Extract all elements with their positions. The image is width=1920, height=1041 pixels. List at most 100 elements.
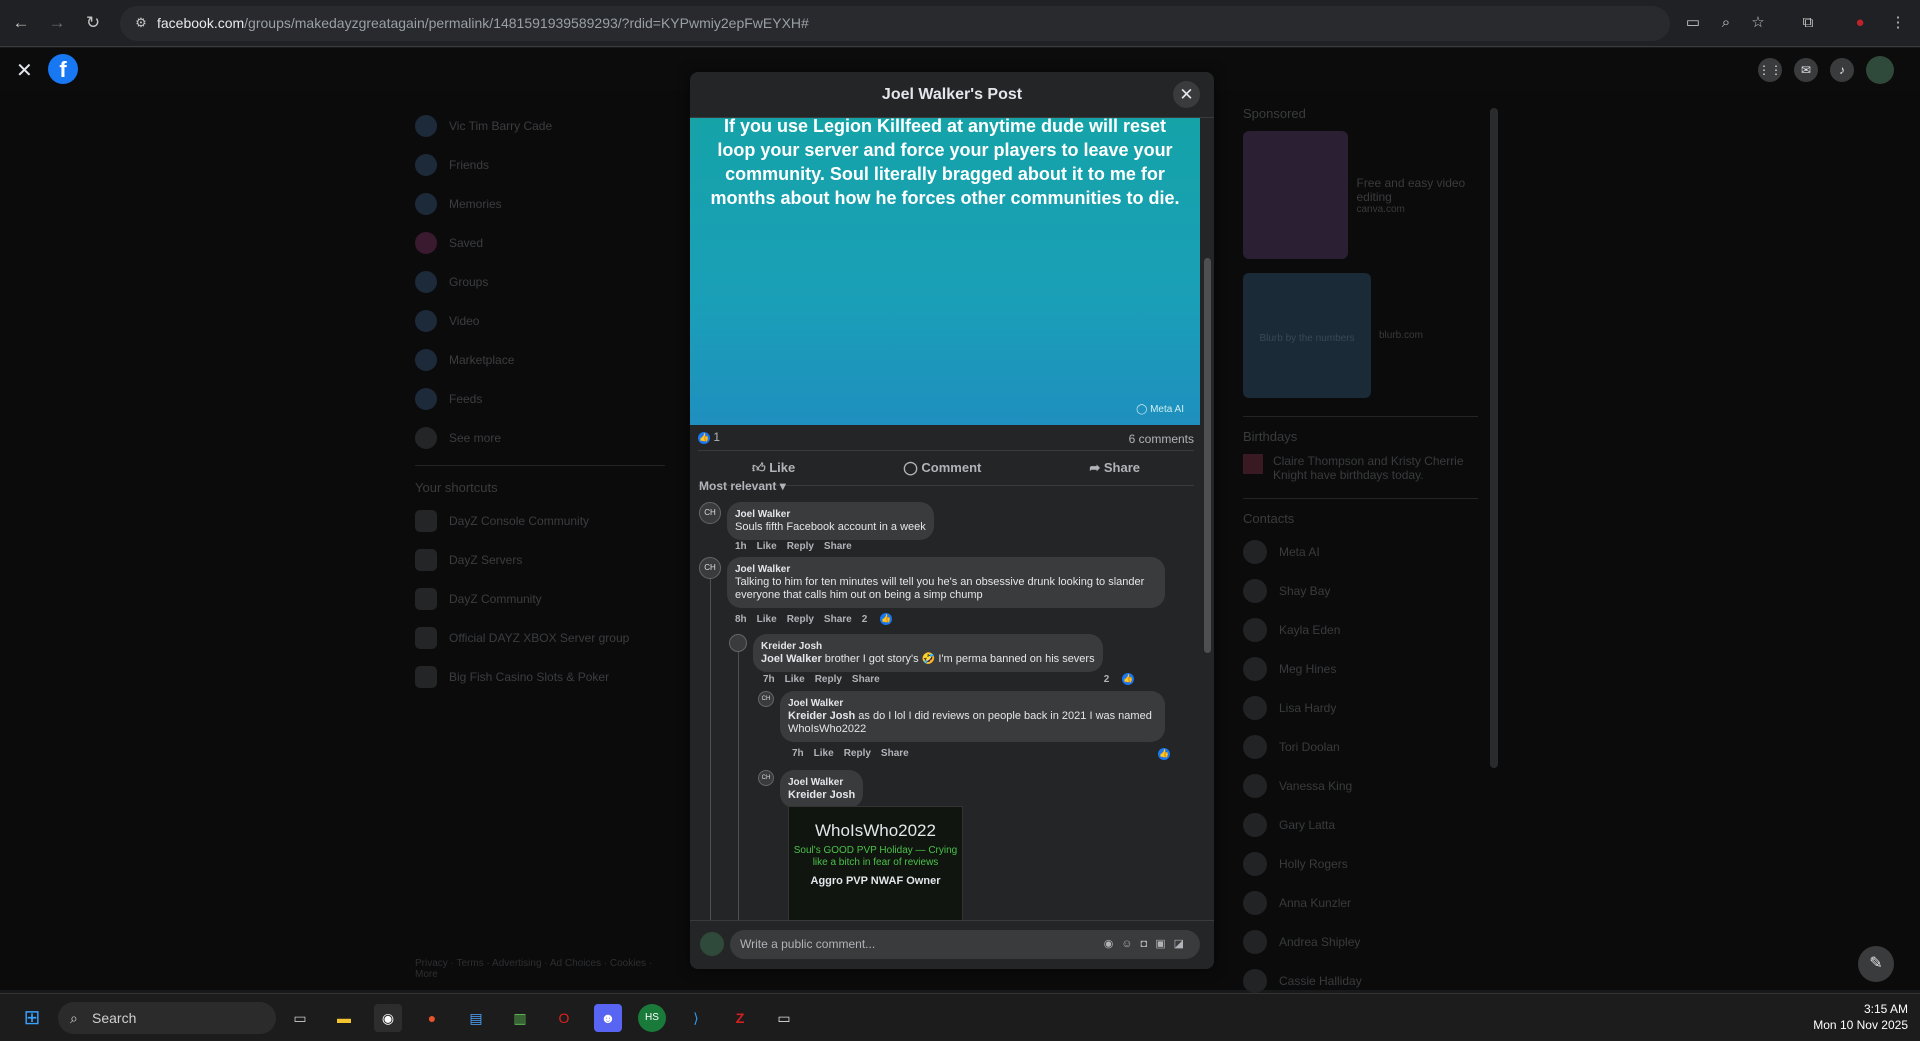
menu-grid-icon[interactable]: ⋮⋮ <box>1758 58 1782 82</box>
comment-time[interactable]: 7h <box>763 674 775 685</box>
contact-item[interactable]: Meg Hines <box>1243 649 1478 688</box>
comment-reply-button[interactable]: Reply <box>787 541 814 552</box>
sticker-icon[interactable]: ◪ <box>1174 938 1192 950</box>
comment-author[interactable]: Joel Walker <box>735 563 1157 576</box>
opera-icon[interactable]: O <box>550 1004 578 1032</box>
comment-author[interactable]: Kreider Josh <box>761 640 1095 653</box>
sidebar-item-saved[interactable]: Saved <box>415 223 665 262</box>
sidebar-item-groups[interactable]: Groups <box>415 262 665 301</box>
system-clock[interactable]: 3:15 AM Mon 10 Nov 2025 <box>1813 1001 1908 1033</box>
notifications-icon[interactable]: ♪ <box>1830 58 1854 82</box>
contact-item[interactable]: Kayla Eden <box>1243 610 1478 649</box>
messenger-icon[interactable]: ✉ <box>1794 58 1818 82</box>
mention-link[interactable]: Joel Walker <box>761 653 822 665</box>
taskbar-search[interactable]: ⌕ Search <box>58 1002 276 1034</box>
sidebar-item-friends[interactable]: Friends <box>415 145 665 184</box>
app-icon[interactable]: ● <box>418 1004 446 1032</box>
comment-reply-button[interactable]: Reply <box>844 748 871 759</box>
shortcut-item[interactable]: DayZ Servers <box>415 540 665 579</box>
contact-item[interactable]: Tori Doolan <box>1243 727 1478 766</box>
comment-share-button[interactable]: Share <box>824 541 852 552</box>
contact-item[interactable]: Lisa Hardy <box>1243 688 1478 727</box>
comment-button[interactable]: ◯ Comment <box>903 460 981 476</box>
address-bar[interactable]: ⚙ facebook.com/groups/makedayzgreatagain… <box>120 6 1670 41</box>
share-button[interactable]: ➦ Share <box>1089 460 1140 476</box>
site-info-icon[interactable]: ⚙ <box>130 12 152 34</box>
vscode-icon[interactable]: ⟩ <box>682 1004 710 1032</box>
comment-share-button[interactable]: Share <box>824 614 852 625</box>
comment-time[interactable]: 7h <box>792 748 804 759</box>
mention-link[interactable]: Kreider Josh <box>788 789 855 801</box>
sidebar-item-video[interactable]: Video <box>415 301 665 340</box>
sort-dropdown[interactable]: Most relevant ▾ <box>699 479 786 493</box>
emoji-icon[interactable]: ☺ <box>1121 938 1140 950</box>
new-message-button[interactable]: ✎ <box>1858 946 1894 982</box>
comment-image-attachment[interactable]: WhoIsWho2022 Soul's GOOD PVP Holiday — C… <box>788 806 963 921</box>
shortcut-item[interactable]: Big Fish Casino Slots & Poker <box>415 657 665 696</box>
sidebar-item-marketplace[interactable]: Marketplace <box>415 340 665 379</box>
camera-icon[interactable]: ◘ <box>1141 938 1156 950</box>
comment-author[interactable]: Joel Walker <box>788 776 855 789</box>
comment-share-button[interactable]: Share <box>852 674 880 685</box>
zoom-icon[interactable]: ⌕ <box>1716 13 1736 33</box>
filezilla-icon[interactable]: Z <box>726 1004 754 1032</box>
avatar[interactable] <box>729 634 747 652</box>
facebook-logo-icon[interactable]: f <box>48 54 78 84</box>
ad-item[interactable]: Free and easy video editing canva.com <box>1243 131 1478 259</box>
comment-reply-button[interactable]: Reply <box>815 674 842 685</box>
extensions-icon[interactable]: ⧉ <box>1798 13 1818 33</box>
contact-item[interactable]: Shay Bay <box>1243 571 1478 610</box>
shortcut-item[interactable]: Official DAYZ XBOX Server group <box>415 618 665 657</box>
forward-icon[interactable]: → <box>46 12 68 34</box>
comment-author[interactable]: Joel Walker <box>788 697 1157 710</box>
reaction-count[interactable]: 2 👍 <box>1104 673 1144 685</box>
comment-reply-button[interactable]: Reply <box>787 614 814 625</box>
task-view-icon[interactable]: ▭ <box>286 1004 314 1032</box>
comment-like-button[interactable]: Like <box>757 614 777 625</box>
comment-input[interactable]: Write a public comment... ◉☺◘▣◪ <box>730 930 1200 959</box>
reaction-count[interactable]: 2 👍 <box>862 613 902 625</box>
avatar[interactable]: CH <box>758 691 774 707</box>
hs-icon[interactable]: HS <box>638 1004 666 1032</box>
like-button[interactable]: 👍︎ Like <box>752 460 795 476</box>
comment-share-button[interactable]: Share <box>881 748 909 759</box>
like-reaction-icon[interactable]: 👍 <box>1158 748 1170 760</box>
chrome-menu-icon[interactable]: ⋮ <box>1888 13 1908 33</box>
account-avatar[interactable] <box>1866 56 1894 84</box>
reload-icon[interactable]: ↻ <box>82 12 104 34</box>
comment-author[interactable]: Joel Walker <box>735 508 926 521</box>
contact-item[interactable]: Vanessa King <box>1243 766 1478 805</box>
scrollbar-thumb[interactable] <box>1204 258 1211 653</box>
sidebar-item-memories[interactable]: Memories <box>415 184 665 223</box>
contact-item[interactable]: Anna Kunzler <box>1243 883 1478 922</box>
close-viewer-icon[interactable]: ✕ <box>16 58 33 83</box>
terminal-icon[interactable]: ▭ <box>770 1004 798 1032</box>
sidebar-item-see-more[interactable]: See more <box>415 418 665 457</box>
gif-icon[interactable]: ▣ <box>1155 938 1173 950</box>
bookmark-star-icon[interactable]: ☆ <box>1748 13 1768 33</box>
back-icon[interactable]: ← <box>10 12 32 34</box>
avatar[interactable]: CH <box>699 502 721 524</box>
discord-icon[interactable]: ☻ <box>594 1004 622 1032</box>
shortcut-item[interactable]: DayZ Community <box>415 579 665 618</box>
reaction-count[interactable]: 1 <box>713 430 720 444</box>
close-icon[interactable]: ✕ <box>1173 81 1200 108</box>
contact-item[interactable]: Andrea Shipley <box>1243 922 1478 961</box>
notepad-plus-icon[interactable]: ▥ <box>506 1004 534 1032</box>
mention-link[interactable]: Kreider Josh <box>788 710 855 722</box>
chrome-icon[interactable]: ◉ <box>374 1004 402 1032</box>
comments-count[interactable]: 6 comments <box>1129 432 1194 446</box>
ad-item[interactable]: Blurb by the numbers blurb.com <box>1243 273 1478 398</box>
windows-start-icon[interactable]: ⊞ <box>18 1004 46 1032</box>
dialog-scrollbar[interactable] <box>1200 118 1214 918</box>
contact-item[interactable]: Holly Rogers <box>1243 844 1478 883</box>
sidebar-item-feeds[interactable]: Feeds <box>415 379 665 418</box>
avatar[interactable]: CH <box>699 557 721 579</box>
comment-like-button[interactable]: Like <box>814 748 834 759</box>
comment-time[interactable]: 1h <box>735 541 747 552</box>
install-app-icon[interactable]: ▭ <box>1683 13 1703 33</box>
avatar-sticker-icon[interactable]: ◉ <box>1104 938 1122 950</box>
like-reaction-icon[interactable]: 👍 <box>698 431 710 444</box>
shortcut-item[interactable]: DayZ Console Community <box>415 501 665 540</box>
birthday-row[interactable]: Claire Thompson and Kristy Cherrie Knigh… <box>1243 454 1478 482</box>
